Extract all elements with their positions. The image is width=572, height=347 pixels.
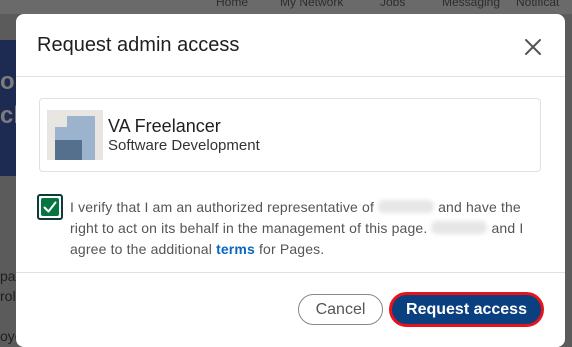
- close-button[interactable]: [521, 35, 545, 59]
- page-name: VA Freelancer: [108, 116, 221, 136]
- background-nav: Home My Network Jobs Messaging Notificat: [0, 0, 572, 14]
- page-industry: Software Development: [108, 137, 260, 154]
- page-logo: [47, 110, 103, 160]
- checkbox-checked-fill: [41, 198, 59, 216]
- request-access-label: Request access: [392, 295, 541, 324]
- bg-nav-home: Home: [216, 0, 249, 9]
- cancel-button[interactable]: Cancel: [298, 294, 383, 325]
- verify-checkbox[interactable]: [37, 194, 63, 220]
- redacted-company-name: [378, 200, 435, 213]
- bg-left-text-1: pa: [0, 268, 16, 284]
- footer-divider: [16, 272, 565, 273]
- bg-banner-text-1: o: [0, 68, 15, 95]
- verify-text-1: I verify that I am an authorized represe…: [70, 199, 374, 215]
- bg-nav-messaging: Messaging: [442, 0, 501, 9]
- redacted-company-name-2: [431, 221, 488, 234]
- dialog-title: Request admin access: [37, 34, 240, 56]
- page-card: VA Freelancer Software Development: [39, 98, 541, 172]
- close-icon: [525, 39, 541, 55]
- bg-nav-network: My Network: [280, 0, 344, 9]
- request-admin-dialog: Request admin access VA Freelancer Softw…: [16, 14, 565, 347]
- verification-statement: I verify that I am an authorized represe…: [70, 197, 550, 260]
- background-banner: o ck: [0, 40, 16, 176]
- bg-banner-text-2: ck: [0, 102, 16, 129]
- bg-nav-jobs: Jobs: [380, 0, 406, 9]
- terms-link[interactable]: terms: [216, 241, 255, 257]
- bg-left-text-2: rol: [0, 288, 16, 304]
- request-access-button[interactable]: Request access: [389, 292, 544, 327]
- bg-nav-notifications: Notificat: [516, 0, 560, 9]
- verify-text-4: for Pages.: [259, 241, 325, 257]
- checkmark-icon: [43, 201, 57, 213]
- header-divider: [16, 76, 565, 77]
